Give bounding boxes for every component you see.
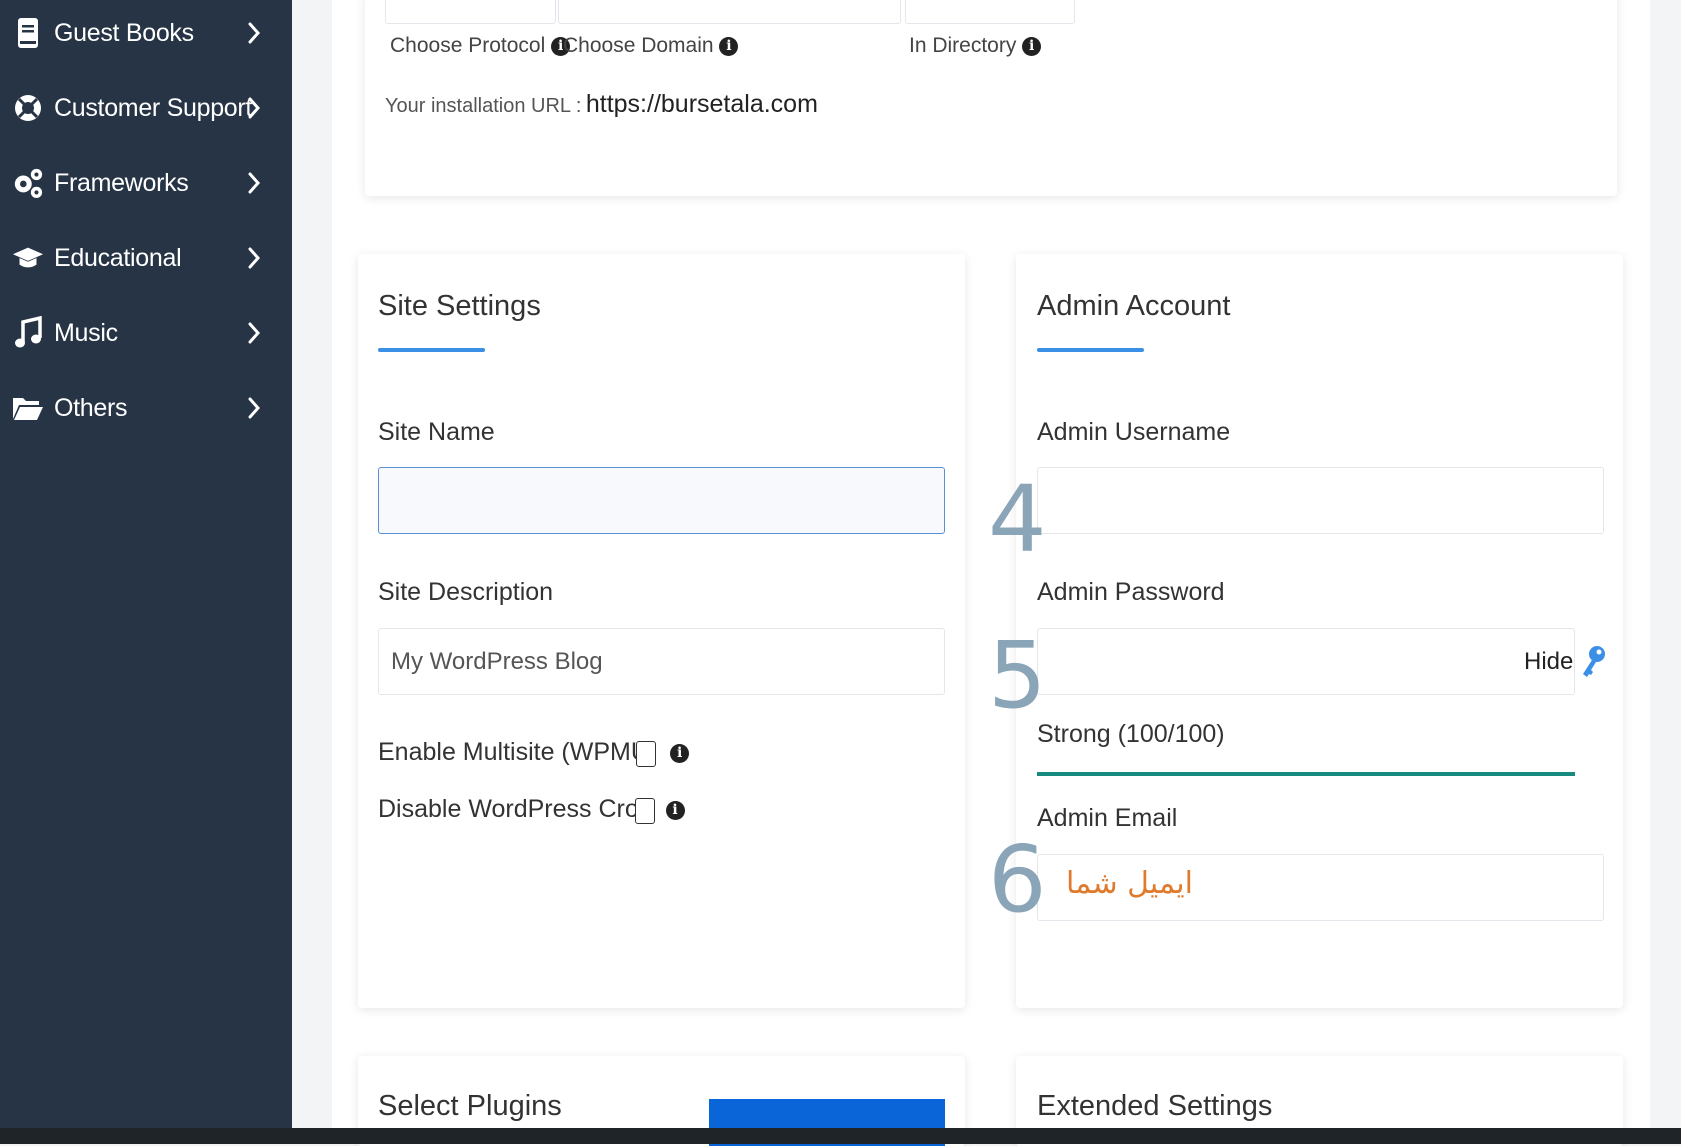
admin-password-label: Admin Password	[1037, 578, 1225, 606]
directory-input[interactable]	[905, 0, 1075, 24]
chevron-right-icon	[238, 167, 270, 199]
music-note-icon	[12, 316, 44, 350]
sidebar-item-label: Customer Support	[54, 93, 253, 122]
admin-email-label: Admin Email	[1037, 804, 1178, 832]
graduation-cap-icon	[12, 241, 44, 275]
disable-cron-checkbox[interactable]	[635, 798, 655, 824]
installation-url-label: Your installation URL :	[385, 95, 582, 117]
sidebar-item-educational[interactable]: Educational	[0, 228, 292, 288]
sidebar-item-label: Educational	[54, 243, 182, 272]
chevron-right-icon	[238, 392, 270, 424]
annotation-number-6: 6	[988, 826, 1047, 933]
gears-icon	[12, 166, 44, 200]
sidebar-item-label: Guest Books	[54, 18, 194, 47]
extended-settings-title: Extended Settings	[1037, 1090, 1273, 1122]
title-underline	[1037, 348, 1144, 352]
os-taskbar	[0, 1128, 1681, 1144]
title-underline	[378, 348, 485, 352]
install-location-card: Choose Protocol i Choose Domain i In Dir…	[365, 0, 1617, 196]
domain-select[interactable]	[558, 0, 901, 24]
chevron-right-icon	[238, 242, 270, 274]
protocol-select[interactable]	[385, 0, 556, 24]
site-name-input[interactable]	[378, 467, 945, 534]
info-icon[interactable]: i	[670, 743, 690, 763]
sidebar-item-label: Music	[54, 318, 118, 347]
password-strength-track	[1037, 772, 1575, 776]
site-settings-card: Site Settings Site Name Site Description…	[358, 254, 965, 1008]
chevron-right-icon	[238, 92, 270, 124]
sidebar-item-others[interactable]: Others	[0, 378, 292, 438]
sidebar-item-label: Others	[54, 393, 128, 422]
protocol-hint: Choose Protocol i	[390, 34, 571, 58]
admin-account-title: Admin Account	[1037, 290, 1231, 322]
folder-open-icon	[12, 391, 44, 425]
annotation-number-5: 5	[988, 622, 1047, 729]
site-settings-title: Site Settings	[378, 290, 541, 322]
info-icon[interactable]: i	[719, 36, 739, 56]
installation-url: Your installation URL : https://bursetal…	[385, 90, 818, 119]
sidebar-item-customer-support[interactable]: Customer Support	[0, 78, 292, 138]
sidebar-item-frameworks[interactable]: Frameworks	[0, 153, 292, 213]
password-strength-text: Strong (100/100)	[1037, 720, 1225, 748]
sidebar-item-music[interactable]: Music	[0, 303, 292, 363]
hide-password-toggle[interactable]: Hide	[1524, 648, 1573, 676]
multisite-checkbox[interactable]	[636, 741, 656, 767]
annotation-number-4: 4	[988, 466, 1047, 573]
admin-password-input[interactable]	[1037, 628, 1575, 695]
domain-hint: Choose Domain i	[563, 34, 739, 58]
directory-hint: In Directory i	[909, 34, 1042, 58]
site-description-label: Site Description	[378, 578, 554, 606]
info-icon[interactable]: i	[1022, 36, 1042, 56]
installation-url-value: https://bursetala.com	[585, 90, 818, 118]
sidebar: Guest Books Customer Support Frameworks …	[0, 0, 292, 1128]
chevron-right-icon	[238, 317, 270, 349]
site-name-label: Site Name	[378, 418, 495, 446]
admin-email-annotation: ایمیل شما	[1066, 866, 1193, 901]
select-plugins-title: Select Plugins	[378, 1090, 562, 1122]
admin-username-label: Admin Username	[1037, 418, 1231, 446]
key-icon[interactable]	[1580, 644, 1606, 685]
admin-account-card: Admin Account Admin Username Admin Passw…	[1016, 254, 1623, 1008]
lifebuoy-icon	[12, 91, 44, 125]
sidebar-item-guest-books[interactable]: Guest Books	[0, 3, 292, 63]
chevron-right-icon	[238, 17, 270, 49]
site-description-input[interactable]: My WordPress Blog	[378, 628, 945, 695]
password-strength-bar	[1037, 772, 1575, 776]
info-icon[interactable]: i	[665, 800, 685, 820]
sidebar-item-label: Frameworks	[54, 168, 189, 197]
book-icon	[12, 16, 44, 50]
admin-username-input[interactable]	[1037, 467, 1604, 534]
